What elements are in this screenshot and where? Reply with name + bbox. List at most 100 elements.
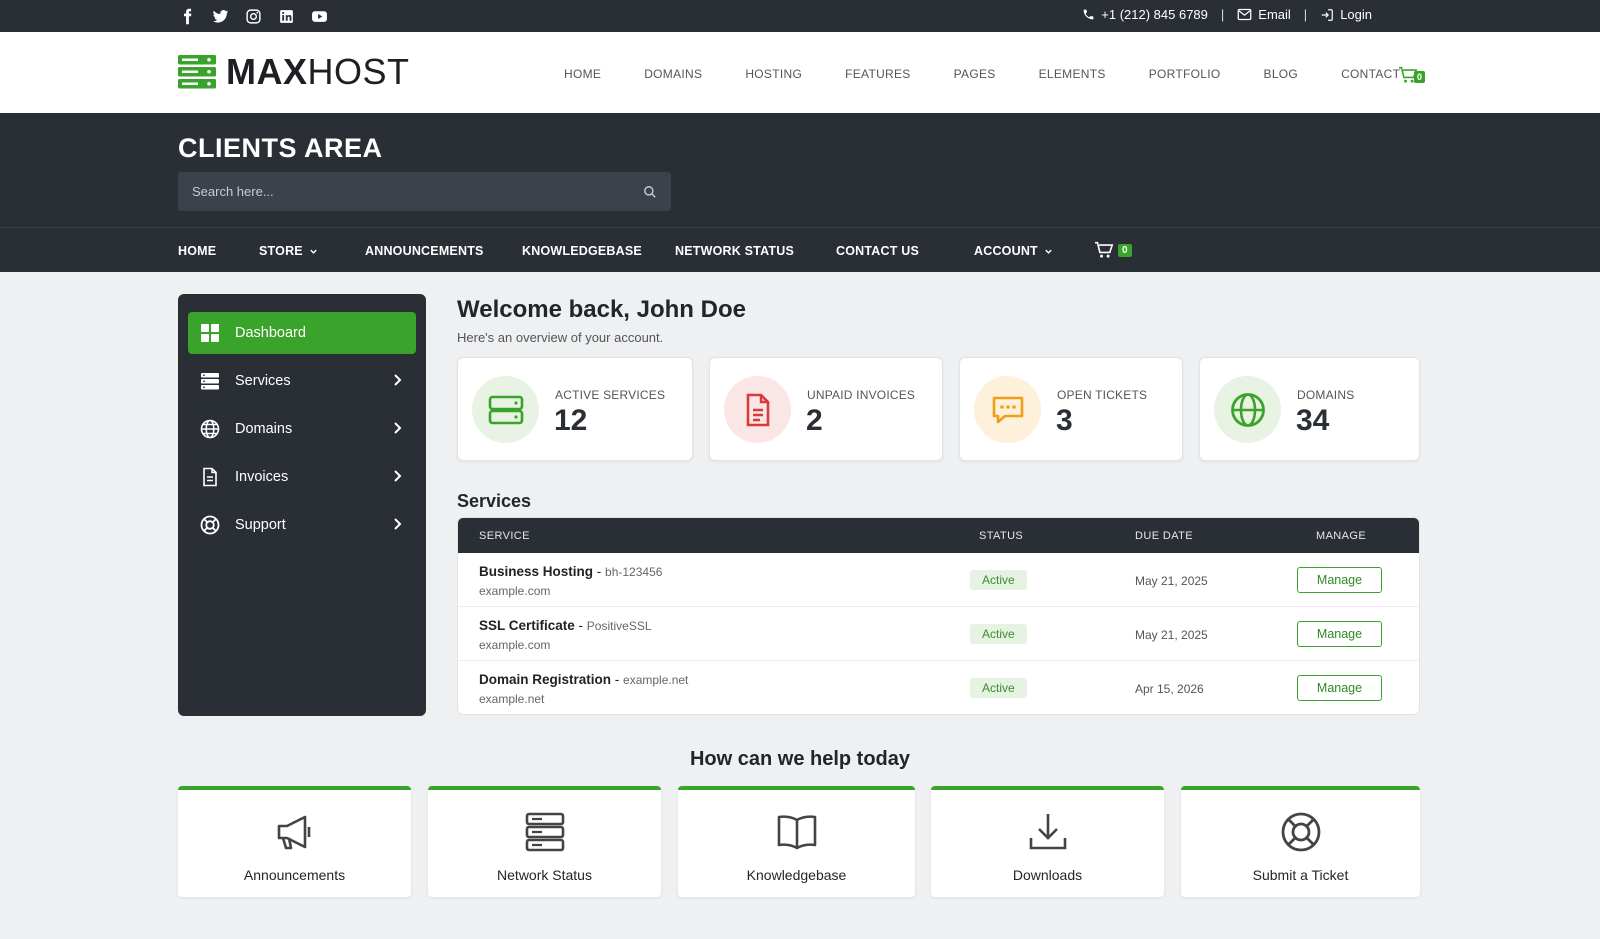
status-badge: Active [970, 678, 1027, 698]
due-date: May 21, 2025 [1135, 574, 1208, 588]
invoice-icon [746, 393, 769, 426]
help-card-announcements[interactable]: Announcements [178, 786, 411, 897]
header-cart[interactable]: 0 [1398, 66, 1428, 86]
server-rack-icon [525, 812, 564, 852]
due-date: Apr 15, 2026 [1135, 682, 1204, 696]
nav-contact[interactable]: CONTACT [1341, 67, 1400, 81]
megaphone-icon [277, 815, 310, 850]
search-bar [178, 172, 671, 211]
divider: | [1220, 7, 1225, 22]
stat-card-open-tickets[interactable]: OPEN TICKETS 3 [959, 357, 1183, 461]
help-card-label: Announcements [243, 867, 346, 883]
login-link[interactable]: Login [1320, 7, 1372, 22]
search-icon[interactable] [643, 185, 657, 199]
status-badge: Active [970, 570, 1027, 590]
sidebar-item-domains[interactable]: Domains [188, 408, 416, 450]
logo[interactable]: MAXHOST [178, 54, 410, 90]
col-due-date: DUE DATE [1135, 530, 1194, 542]
linkedin-icon[interactable] [278, 8, 295, 25]
sidebar-item-invoices[interactable]: Invoices [188, 456, 416, 498]
chat-bubble-icon [992, 396, 1023, 423]
service-name: SSL Certificate - PositiveSSL [479, 618, 652, 633]
top-bar: +1 (212) 845 6789 | Email | Login [0, 0, 1600, 32]
lifebuoy-icon [200, 515, 220, 535]
cart-count-badge: 0 [1414, 71, 1426, 83]
client-nav-home[interactable]: HOME [178, 244, 216, 258]
sidebar-item-label: Services [235, 373, 291, 389]
email-label: Email [1258, 7, 1291, 22]
table-row: Domain Registration - example.net exampl… [458, 661, 1419, 714]
sidebar-item-support[interactable]: Support [188, 504, 416, 546]
nav-home[interactable]: HOME [564, 67, 601, 81]
nav-hosting[interactable]: HOSTING [745, 67, 802, 81]
help-card-downloads[interactable]: Downloads [931, 786, 1164, 897]
sidebar-item-label: Dashboard [235, 325, 306, 341]
server-icon [201, 373, 219, 390]
lifebuoy-icon [1281, 812, 1320, 852]
youtube-icon[interactable] [311, 8, 328, 25]
manage-button[interactable]: Manage [1297, 675, 1382, 701]
social-links [179, 8, 328, 25]
search-input[interactable] [192, 184, 643, 199]
stat-card-domains[interactable]: DOMAINS 34 [1199, 357, 1420, 461]
service-name: Business Hosting - bh-123456 [479, 564, 663, 579]
client-nav-store[interactable]: STORE [259, 244, 318, 258]
stat-icon-circle [1214, 376, 1281, 443]
phone-number: +1 (212) 845 6789 [1101, 7, 1208, 22]
login-icon [1321, 8, 1334, 21]
nav-pages[interactable]: PAGES [954, 67, 996, 81]
phone-link[interactable]: +1 (212) 845 6789 [1082, 7, 1208, 22]
stat-icon-circle [472, 376, 539, 443]
service-domain: example.com [479, 584, 551, 598]
help-card-label: Network Status [497, 867, 592, 883]
help-card-network-status[interactable]: Network Status [428, 786, 661, 897]
sidebar-item-services[interactable]: Services [188, 360, 416, 402]
chevron-right-icon [394, 518, 402, 530]
page-title: CLIENTS AREA [178, 133, 383, 163]
help-card-knowledgebase[interactable]: Knowledgebase [678, 786, 915, 897]
nav-portfolio[interactable]: PORTFOLIO [1149, 67, 1221, 81]
service-domain: example.com [479, 638, 551, 652]
stat-label: UNPAID INVOICES [807, 388, 916, 402]
services-table: SERVICE STATUS DUE DATE MANAGE Business … [457, 517, 1420, 715]
client-nav-knowledgebase[interactable]: KNOWLEDGEBASE [522, 244, 642, 258]
divider: | [1303, 7, 1308, 22]
col-service: SERVICE [479, 530, 530, 542]
facebook-icon[interactable] [179, 8, 196, 25]
sidebar-item-label: Invoices [235, 469, 289, 485]
nav-domains[interactable]: DOMAINS [644, 67, 702, 81]
chevron-down-icon [1045, 249, 1052, 254]
globe-icon [200, 419, 220, 439]
sidebar: Dashboard Services Domains Invoices Supp… [178, 294, 426, 716]
stat-value: 2 [806, 404, 823, 437]
cart-icon [1095, 241, 1114, 258]
nav-elements[interactable]: ELEMENTS [1039, 67, 1106, 81]
stat-label: ACTIVE SERVICES [555, 388, 666, 402]
manage-button[interactable]: Manage [1297, 567, 1382, 593]
col-status: STATUS [979, 530, 1024, 542]
email-link[interactable]: Email [1237, 7, 1291, 22]
chevron-right-icon [394, 470, 402, 482]
help-card-submit-ticket[interactable]: Submit a Ticket [1181, 786, 1420, 897]
nav-blog[interactable]: BLOG [1264, 67, 1299, 81]
stat-card-unpaid-invoices[interactable]: UNPAID INVOICES 2 [709, 357, 943, 461]
services-heading: Services [457, 491, 532, 511]
clients-area-hero: CLIENTS AREA [0, 113, 1600, 227]
nav-features[interactable]: FEATURES [845, 67, 911, 81]
site-header: MAXHOST HOME DOMAINS HOSTING FEATURES PA… [0, 32, 1600, 113]
document-icon [203, 467, 217, 487]
client-nav-announcements[interactable]: ANNOUNCEMENTS [365, 244, 484, 258]
sidebar-item-dashboard[interactable]: Dashboard [188, 312, 416, 354]
instagram-icon[interactable] [245, 8, 262, 25]
envelope-icon [1237, 8, 1252, 21]
client-nav-account[interactable]: ACCOUNT [974, 244, 1053, 258]
manage-button[interactable]: Manage [1297, 621, 1382, 647]
stat-icon-circle [724, 376, 791, 443]
client-nav-network-status[interactable]: NETWORK STATUS [675, 244, 794, 258]
stat-value: 34 [1296, 404, 1330, 437]
client-nav-contact-us[interactable]: CONTACT US [836, 244, 919, 258]
chevron-right-icon [394, 422, 402, 434]
client-nav-cart[interactable]: 0 [1094, 241, 1132, 259]
stat-card-active-services[interactable]: ACTIVE SERVICES 12 [457, 357, 693, 461]
twitter-icon[interactable] [212, 8, 229, 25]
